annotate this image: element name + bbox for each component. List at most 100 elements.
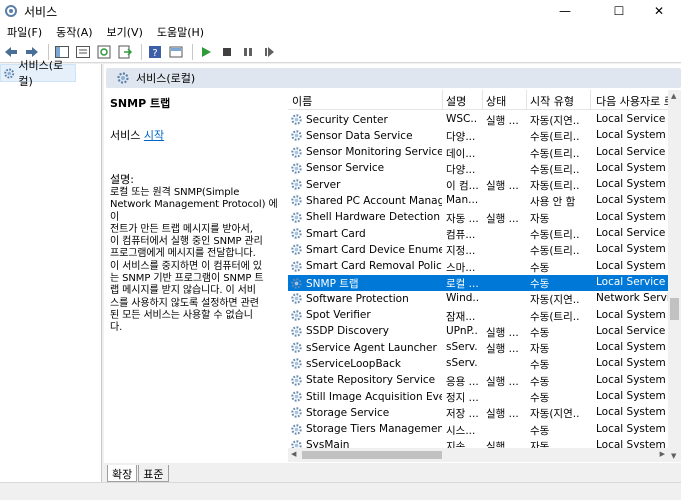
scroll-up-icon[interactable]: ▲ bbox=[671, 92, 676, 100]
table-row[interactable]: Sensor Service 다양... 수동(트리... Local System bbox=[288, 161, 681, 177]
table-row[interactable]: Sensor Monitoring Service 데이... 수동(트리... Lo… bbox=[288, 145, 681, 161]
table-row[interactable]: sServiceLoopBacksServ...수동Local System bbox=[288, 356, 681, 372]
table-row[interactable]: Shared PC Account Manager Man... 사용 안 함 Loc… bbox=[288, 193, 681, 209]
table-row[interactable]: Still Image Acquisition Events정지 ...수동Lo… bbox=[288, 389, 681, 405]
table-row[interactable]: Sensor Data Service 다양... 수동(트리... Local Sy… bbox=[288, 128, 681, 144]
table-row[interactable]: Server 이 컴... 실행 ... 자동(트리... Local System bbox=[288, 177, 681, 193]
menu-action[interactable]: 동작(A) bbox=[49, 24, 99, 40]
gear-icon bbox=[291, 244, 302, 256]
table-row[interactable]: Storage Tiers Management 시스... 수동 Local Sys… bbox=[288, 422, 681, 438]
table-row[interactable]: Spot Verifier 잠재... 수동(트리... Local System bbox=[288, 308, 681, 324]
refresh-icon[interactable] bbox=[95, 43, 113, 61]
table-row[interactable]: State Repository Service 응용 ... 실행 ... 수동 Lo… bbox=[288, 373, 681, 389]
column-header-status[interactable]: 상태 bbox=[486, 93, 526, 109]
tab-standard[interactable]: 표준 bbox=[138, 465, 169, 482]
cell-startup-type: 자동(지연... bbox=[530, 294, 580, 307]
table-row[interactable]: Security Center WSC... 실행 ... 자동(지연... Local… bbox=[288, 112, 681, 128]
tree-item-label: 서비스(로컬) bbox=[18, 59, 64, 88]
pause-icon[interactable] bbox=[239, 43, 257, 61]
service-name: Sensor Service bbox=[306, 162, 385, 175]
service-name: Shared PC Account Manager bbox=[306, 194, 442, 207]
menu-help[interactable]: 도움말(H) bbox=[150, 24, 211, 40]
table-row[interactable]: Smart Card Removal Policy 스마... 수동 Local Sy… bbox=[288, 259, 681, 275]
gear-icon bbox=[291, 342, 302, 353]
cell-description: sServ... bbox=[446, 357, 478, 370]
column-divider[interactable] bbox=[482, 90, 483, 110]
table-row[interactable]: Smart Card Device Enumera... 지정... 수동(트리..… bbox=[288, 242, 681, 258]
cell-description: 로컬 ... bbox=[446, 277, 478, 290]
close-button[interactable]: ✕ bbox=[636, 0, 681, 22]
start-service-link[interactable]: 시작 bbox=[144, 129, 164, 142]
service-name: Smart Card Device Enumera... bbox=[306, 243, 442, 256]
scroll-left-icon[interactable]: ◀ bbox=[291, 450, 296, 458]
gear-icon bbox=[291, 293, 302, 304]
menu-view[interactable]: 보기(V) bbox=[100, 24, 150, 40]
scroll-down-icon[interactable]: ▼ bbox=[671, 452, 676, 460]
cell-startup-type: 수동 bbox=[530, 277, 550, 290]
description-line: 전트가 만든 트랩 메시지를 받아서, bbox=[110, 223, 253, 235]
table-row[interactable]: Smart Card 컴퓨... 수동(트리... Local Service bbox=[288, 226, 681, 242]
gear-icon bbox=[291, 375, 302, 386]
content-pane: 서비스(로컬) SNMP 트랩 서비스 시작 설명: 로컬 또는 원격 SNMP… bbox=[104, 64, 681, 482]
vertical-scrollbar[interactable]: ▲ ▼ bbox=[668, 90, 681, 462]
cell-name: sServiceLoopBack bbox=[290, 357, 442, 370]
table-row[interactable]: Storage Service 저장 ... 실행 ... 자동(지연... Local… bbox=[288, 405, 681, 421]
restart-icon[interactable] bbox=[260, 43, 278, 61]
list-header: 이름 설명 상태 시작 유형 다음 사용자로 로 bbox=[288, 90, 681, 110]
stop-icon[interactable] bbox=[218, 43, 236, 61]
column-header-description[interactable]: 설명 bbox=[446, 93, 482, 109]
gear-icon bbox=[291, 260, 302, 272]
minimize-button[interactable]: — bbox=[542, 0, 588, 22]
service-name: Still Image Acquisition Events bbox=[306, 390, 442, 403]
scrollbar-thumb[interactable] bbox=[670, 298, 679, 320]
description-text: 로컬 또는 원격 SNMP(Simple Network Management … bbox=[110, 187, 282, 335]
service-name: Storage Service bbox=[306, 406, 390, 419]
export-icon[interactable] bbox=[116, 43, 134, 61]
table-row[interactable]: SSDP Discovery UPnP... 실행 ... 수동 Local Servi… bbox=[288, 324, 681, 340]
cell-startup-type: 수동(트리... bbox=[530, 310, 580, 323]
cell-name: Sensor Service bbox=[290, 162, 442, 175]
gear-icon bbox=[291, 163, 302, 174]
cell-description: 데이... bbox=[446, 147, 476, 160]
description-line: 이 서비스를 중지하면 이 컴퓨터에 있 bbox=[110, 260, 262, 272]
content-header-title: 서비스(로컬) bbox=[136, 72, 196, 85]
cell-name: Still Image Acquisition Events bbox=[290, 390, 442, 403]
cell-description: 스마... bbox=[446, 261, 476, 274]
cell-name: Sensor Data Service bbox=[290, 129, 442, 142]
tree-item-services-local[interactable]: 서비스(로컬) bbox=[0, 59, 76, 88]
menu-file[interactable]: 파일(F) bbox=[0, 24, 49, 40]
back-icon[interactable] bbox=[2, 43, 20, 61]
start-service-line: 서비스 시작 bbox=[110, 127, 282, 143]
table-row[interactable]: Software ProtectionWind...자동(지연...Networ… bbox=[288, 291, 681, 307]
cell-status: 실행 ... bbox=[486, 343, 519, 356]
column-header-startup-type[interactable]: 시작 유형 bbox=[530, 93, 590, 109]
start-icon[interactable] bbox=[197, 43, 215, 61]
window-title: 서비스 bbox=[24, 4, 58, 19]
tab-extended[interactable]: 확장 bbox=[107, 465, 138, 482]
scrollbar-thumb[interactable] bbox=[302, 451, 442, 459]
cell-description: 정지 ... bbox=[446, 392, 478, 405]
status-bar bbox=[0, 482, 681, 500]
cell-description: 이 컴... bbox=[446, 180, 478, 193]
scroll-right-icon[interactable]: ▶ bbox=[660, 450, 665, 458]
console-tree: 서비스(로컬) bbox=[0, 59, 102, 482]
column-divider[interactable] bbox=[526, 90, 527, 110]
horizontal-scrollbar[interactable]: ◀ ▶ bbox=[288, 448, 668, 462]
column-divider[interactable] bbox=[590, 90, 591, 110]
cell-status: 실행 ... bbox=[486, 180, 519, 193]
console-icon[interactable] bbox=[167, 43, 185, 61]
table-row[interactable]: Shell Hardware Detection 자동 ... 실행 ... 자동 Lo… bbox=[288, 210, 681, 226]
table-row[interactable]: sService Agent LaunchersServ...실행 ...자동L… bbox=[288, 340, 681, 356]
cell-name: Smart Card Device Enumera... bbox=[290, 243, 442, 256]
description-label: 설명: bbox=[110, 173, 134, 186]
column-divider[interactable] bbox=[442, 90, 443, 110]
table-row[interactable]: SNMP 트랩 로컬 ... 수동 Local Service bbox=[288, 274, 681, 292]
gear-icon bbox=[117, 72, 129, 84]
cell-name: Smart Card Removal Policy bbox=[290, 260, 442, 273]
properties-icon[interactable] bbox=[74, 43, 92, 61]
cell-description: 다양... bbox=[446, 131, 476, 144]
help-icon[interactable]: ? bbox=[146, 43, 164, 61]
cell-description: 잠재... bbox=[446, 310, 476, 323]
column-header-name[interactable]: 이름 bbox=[292, 93, 442, 109]
description-line: 로컬 또는 원격 SNMP(Simple bbox=[110, 187, 240, 198]
